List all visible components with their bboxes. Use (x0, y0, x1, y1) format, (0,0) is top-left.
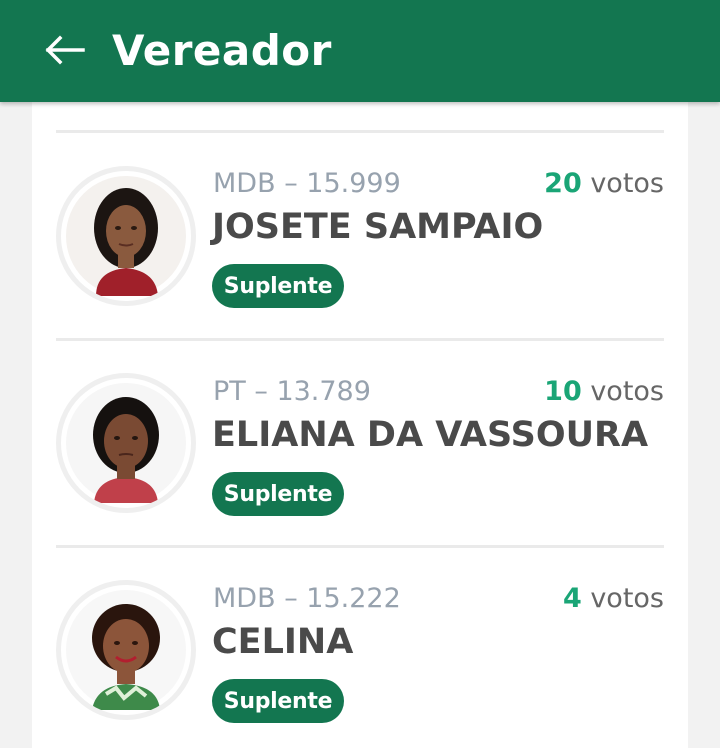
party-number: PT – 13.789 (213, 376, 371, 407)
app-bar: Vereador (0, 0, 720, 102)
candidate-row[interactable]: PT – 13.789 10 votos ELIANA DA VASSOURA … (32, 341, 688, 547)
arrow-left-icon (45, 35, 85, 65)
votes-number: 10 (544, 376, 582, 407)
candidate-name: CELINA (212, 622, 354, 662)
avatar (56, 166, 196, 306)
avatar (56, 580, 196, 720)
vote-count: 4 votos (563, 582, 664, 616)
party-number: MDB – 15.999 (213, 168, 401, 199)
vote-count: 20 votos (544, 167, 664, 201)
candidate-photo (66, 383, 186, 503)
back-button[interactable] (40, 28, 88, 72)
status-badge: Suplente (212, 264, 344, 308)
votes-number: 20 (544, 168, 582, 199)
votes-label: votos (581, 376, 664, 407)
candidate-name: ELIANA DA VASSOURA (212, 415, 649, 455)
page-title: Vereador (112, 26, 332, 75)
candidate-row[interactable]: MDB – 15.222 4 votos CELINA Suplente (32, 548, 688, 748)
candidate-row[interactable]: MDB – 15.999 20 votos JOSETE SAMPAIO Sup… (32, 133, 688, 339)
party-number: MDB – 15.222 (213, 583, 401, 614)
candidate-photo (66, 176, 186, 296)
status-badge: Suplente (212, 679, 344, 723)
avatar (56, 373, 196, 513)
votes-label: votos (581, 583, 664, 614)
status-badge: Suplente (212, 472, 344, 516)
votes-label: votos (581, 168, 664, 199)
votes-number: 4 (562, 583, 582, 614)
candidate-name: JOSETE SAMPAIO (212, 207, 544, 247)
candidate-photo (66, 590, 186, 710)
candidate-list: MDB – 15.999 20 votos JOSETE SAMPAIO Sup… (32, 102, 688, 748)
vote-count: 10 votos (544, 375, 664, 409)
